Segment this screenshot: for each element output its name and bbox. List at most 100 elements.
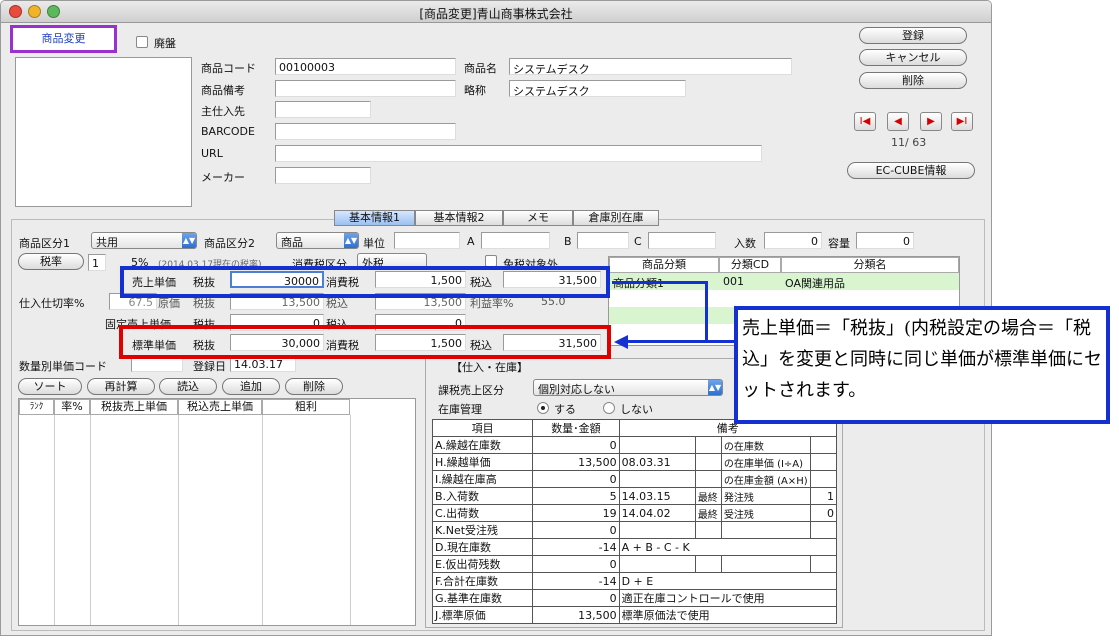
arrow-line	[612, 281, 707, 284]
table-row: C.出荷数 19 14.04.02 最終 受注残 0	[431, 504, 838, 522]
tab-basic-2[interactable]: 基本情報2	[415, 210, 503, 226]
category2-value: 商品	[281, 236, 303, 249]
stock-cell-d1: 14.04.02	[618, 504, 696, 522]
stock-cell-d1	[618, 436, 696, 454]
standard-price-highlight	[119, 325, 611, 359]
supplier-field[interactable]	[275, 101, 371, 118]
cancel-button[interactable]: キャンセル	[859, 49, 967, 66]
manage-off-radio[interactable]	[603, 402, 615, 414]
category-code-header: 分類CD	[719, 257, 781, 273]
register-button[interactable]: 登録	[859, 27, 967, 44]
arrow-head-icon	[614, 335, 628, 349]
next-record-icon[interactable]: ▶	[920, 112, 942, 131]
mode-label: 商品変更	[10, 25, 117, 53]
b-label: B	[564, 235, 572, 248]
record-position: 11/ 63	[891, 136, 927, 149]
arrow-line	[707, 340, 737, 343]
capacity-field[interactable]: 0	[856, 232, 914, 249]
stock-cell-item: D.現在庫数	[431, 538, 534, 556]
stock-cell-d1: 適正在庫コントロールで使用	[618, 589, 838, 607]
product-image-area[interactable]	[15, 57, 192, 207]
sort-button[interactable]: ソート	[18, 378, 82, 395]
ec-cube-button[interactable]: EC-CUBE情報	[847, 162, 975, 179]
stock-cell-item: A.繰越在庫数	[431, 436, 534, 454]
stock-cell-d2	[694, 521, 722, 539]
abbr-label: 略称	[464, 84, 486, 97]
a-field[interactable]	[481, 232, 550, 249]
product-note-field[interactable]	[275, 80, 456, 97]
chevron-down-icon: ▲▼	[344, 233, 358, 248]
maker-field[interactable]	[275, 167, 371, 184]
stock-cell-d2	[694, 555, 722, 573]
stock-cell-d4: 1	[809, 487, 838, 505]
category2-label: 商品区分2	[204, 237, 255, 250]
stock-cell-d4	[809, 470, 838, 488]
excl-price-header: 税抜売上単価	[90, 399, 178, 415]
tab-memo[interactable]: メモ	[503, 210, 573, 226]
title-bar: [商品変更]青山商事株式会社	[1, 1, 991, 23]
unit-label: 単位	[363, 237, 385, 250]
barcode-field[interactable]	[275, 123, 456, 140]
category1-label: 商品区分1	[19, 237, 70, 250]
tab-basic-1[interactable]: 基本情報1	[334, 210, 415, 226]
stock-cell-value: 5	[532, 487, 620, 505]
manage-on-label: する	[554, 403, 576, 416]
stock-cell-value: -14	[532, 538, 620, 556]
column-divider	[90, 415, 91, 625]
sale-type-select[interactable]: 個別対応しない ▲▼	[533, 379, 723, 396]
b-field[interactable]	[577, 232, 629, 249]
product-code-field[interactable]: 00100003	[275, 58, 456, 75]
stock-cell-d2	[694, 470, 722, 488]
manage-off-label: しない	[620, 403, 653, 416]
stock-cell-item: K.Net受注残	[431, 521, 534, 539]
category2-select[interactable]: 商品 ▲▼	[276, 232, 359, 249]
c-field[interactable]	[648, 232, 716, 249]
product-note-label: 商品備考	[201, 84, 245, 97]
qty-price-code-label: 数量別単価コード	[19, 360, 107, 373]
abbr-field[interactable]: システムデスク	[509, 80, 686, 97]
tab-warehouse-stock[interactable]: 倉庫別在庫	[573, 210, 659, 226]
arrow-line	[705, 281, 708, 343]
rank-header: ﾗﾝｸ	[19, 399, 54, 415]
stock-cell-d1	[618, 470, 696, 488]
barcode-label: BARCODE	[201, 125, 255, 138]
recalc-button[interactable]: 再計算	[87, 378, 155, 395]
product-name-field[interactable]: システムデスク	[509, 58, 792, 75]
prev-record-icon[interactable]: ◀	[887, 112, 909, 131]
discontinued-checkbox[interactable]	[136, 36, 148, 48]
last-record-icon[interactable]: ▶I	[951, 112, 973, 131]
stock-cell-d3: の在庫単価 (I÷A)	[720, 453, 811, 471]
stock-cell-d3: の在庫金額 (A×H)	[720, 470, 811, 488]
table-row: I.繰越在庫高 0 の在庫金額 (A×H)	[431, 470, 838, 488]
table-row: J.標準原価 13,500 標準原価法で使用	[431, 606, 838, 624]
unit-field[interactable]	[394, 232, 460, 249]
stock-cell-d1	[618, 555, 696, 573]
delete-button[interactable]: 削除	[859, 72, 967, 89]
stock-cell-d2: 最終	[694, 487, 722, 505]
tax-rate-button[interactable]: 税率	[18, 253, 84, 270]
item-header: 項目	[431, 419, 534, 437]
column-divider	[262, 415, 263, 625]
product-code-label: 商品コード	[201, 62, 256, 75]
irisu-field[interactable]: 0	[764, 232, 822, 249]
load-button[interactable]: 読込	[159, 378, 217, 395]
stock-body: A.繰越在庫数 0 の在庫数 H.繰越単価 13,500 08.03.31 の在庫単価 (I…	[431, 436, 838, 624]
table-row: B.入荷数 5 14.03.15 最終 発注残 1	[431, 487, 838, 505]
stock-cell-item: B.入荷数	[431, 487, 534, 505]
add-button[interactable]: 追加	[222, 378, 280, 395]
registered-label: 登録日	[193, 360, 226, 373]
stock-cell-value: 13,500	[532, 453, 620, 471]
stock-cell-item: E.仮出荷残数	[431, 555, 534, 573]
tax-rate-field[interactable]: 1	[88, 254, 106, 271]
sale-type-value: 個別対応しない	[538, 383, 615, 396]
url-field[interactable]	[275, 145, 762, 162]
manage-on-radio[interactable]	[537, 402, 549, 414]
stock-cell-item: F.合計在庫数	[431, 572, 534, 590]
gross-profit-header: 粗利	[262, 399, 350, 415]
first-record-icon[interactable]: I◀	[854, 112, 876, 131]
table-row: D.現在庫数 -14 A + B - C - K	[431, 538, 838, 556]
stock-cell-d2	[694, 436, 722, 454]
category1-select[interactable]: 共用 ▲▼	[91, 232, 197, 249]
remove-button[interactable]: 削除	[285, 378, 343, 395]
table-row: K.Net受注残 0	[431, 521, 838, 539]
